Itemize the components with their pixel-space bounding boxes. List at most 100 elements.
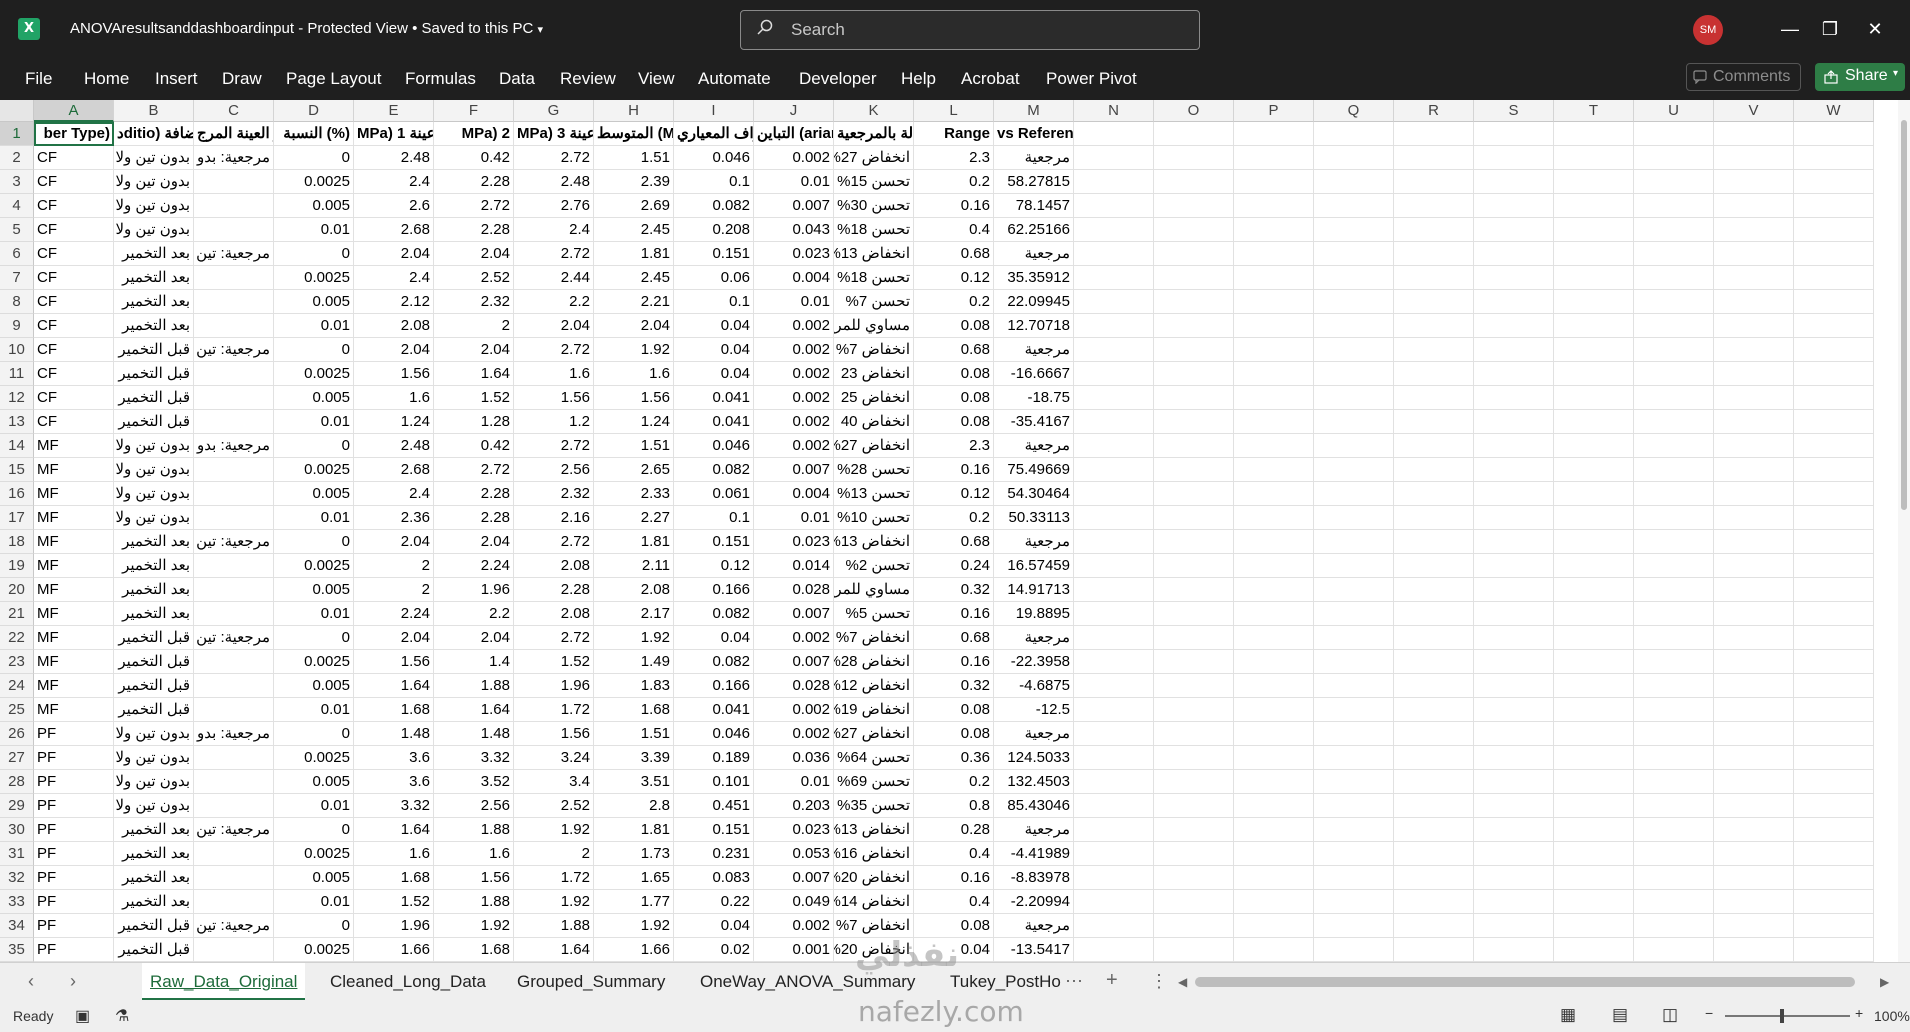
table-cell[interactable]: 2.2: [434, 602, 514, 626]
table-cell[interactable]: [1234, 626, 1314, 650]
table-cell[interactable]: 1.68: [594, 698, 674, 722]
table-cell[interactable]: [1634, 698, 1714, 722]
table-cell[interactable]: [194, 362, 274, 386]
horizontal-scrollbar[interactable]: [1195, 977, 1855, 987]
table-cell[interactable]: [1554, 866, 1634, 890]
tab-insert[interactable]: Insert: [155, 69, 198, 89]
table-cell[interactable]: [1554, 290, 1634, 314]
table-cell[interactable]: [1794, 290, 1874, 314]
table-cell[interactable]: 0.007: [754, 650, 834, 674]
table-cell[interactable]: [1794, 602, 1874, 626]
table-cell[interactable]: [1474, 722, 1554, 746]
table-cell[interactable]: 0.082: [674, 194, 754, 218]
table-cell[interactable]: 2.28: [434, 506, 514, 530]
zoom-slider[interactable]: [1725, 1015, 1850, 1017]
table-cell[interactable]: 0.01: [274, 602, 354, 626]
table-cell[interactable]: [1314, 218, 1394, 242]
header-cell[interactable]: MPa) 1 عينة: [354, 122, 434, 146]
table-cell[interactable]: [1474, 362, 1554, 386]
table-cell[interactable]: [1394, 218, 1474, 242]
table-cell[interactable]: [1394, 530, 1474, 554]
table-cell[interactable]: 2.04: [354, 626, 434, 650]
table-cell[interactable]: [194, 650, 274, 674]
table-cell[interactable]: 50.33113: [994, 506, 1074, 530]
select-all-corner[interactable]: [0, 100, 34, 122]
table-cell[interactable]: 1.88: [434, 890, 514, 914]
table-cell[interactable]: [1234, 506, 1314, 530]
table-cell[interactable]: 22.09945: [994, 290, 1074, 314]
table-cell[interactable]: [1554, 482, 1634, 506]
table-cell[interactable]: [1714, 674, 1794, 698]
table-cell[interactable]: [1634, 170, 1714, 194]
table-cell[interactable]: [1154, 698, 1234, 722]
row-header[interactable]: 30: [0, 818, 34, 842]
table-cell[interactable]: [1794, 890, 1874, 914]
table-cell[interactable]: [1314, 650, 1394, 674]
table-cell[interactable]: تحسن 18%: [834, 266, 914, 290]
column-header[interactable]: W: [1794, 100, 1874, 122]
table-cell[interactable]: 0.01: [274, 506, 354, 530]
table-cell[interactable]: [1074, 746, 1154, 770]
table-cell[interactable]: 3.6: [354, 770, 434, 794]
table-cell[interactable]: 1.6: [514, 362, 594, 386]
table-cell[interactable]: 78.1457: [994, 194, 1074, 218]
table-cell[interactable]: 1.92: [594, 914, 674, 938]
table-cell[interactable]: 2.08: [594, 578, 674, 602]
row-header[interactable]: 17: [0, 506, 34, 530]
row-header[interactable]: 12: [0, 386, 34, 410]
table-cell[interactable]: مرجعية: [994, 626, 1074, 650]
table-cell[interactable]: بعد التخمير: [114, 602, 194, 626]
table-cell[interactable]: [1554, 218, 1634, 242]
table-cell[interactable]: [194, 842, 274, 866]
table-cell[interactable]: [1474, 818, 1554, 842]
table-cell[interactable]: [1394, 938, 1474, 962]
table-cell[interactable]: 0.22: [674, 890, 754, 914]
table-cell[interactable]: [1474, 530, 1554, 554]
table-cell[interactable]: 3.6: [354, 746, 434, 770]
table-cell[interactable]: 14.91713: [994, 578, 1074, 602]
table-cell[interactable]: 0.046: [674, 146, 754, 170]
table-cell[interactable]: 2.3: [914, 434, 994, 458]
table-cell[interactable]: [1554, 842, 1634, 866]
table-cell[interactable]: [1634, 458, 1714, 482]
table-cell[interactable]: MF: [34, 650, 114, 674]
table-cell[interactable]: [1474, 434, 1554, 458]
table-cell[interactable]: CF: [34, 290, 114, 314]
table-cell[interactable]: 0.002: [754, 626, 834, 650]
table-cell[interactable]: انخفاض 27%: [834, 434, 914, 458]
table-cell[interactable]: [1314, 266, 1394, 290]
table-cell[interactable]: 0.036: [754, 746, 834, 770]
table-cell[interactable]: [1634, 842, 1714, 866]
table-cell[interactable]: تحسن 35%: [834, 794, 914, 818]
table-cell[interactable]: [1074, 650, 1154, 674]
table-cell[interactable]: [1074, 146, 1154, 170]
table-cell[interactable]: 1.4: [434, 650, 514, 674]
table-cell[interactable]: 0.002: [754, 434, 834, 458]
table-cell[interactable]: [1234, 386, 1314, 410]
table-cell[interactable]: 0: [274, 434, 354, 458]
table-cell[interactable]: [1394, 818, 1474, 842]
row-header[interactable]: 5: [0, 218, 34, 242]
table-cell[interactable]: 0.04: [674, 338, 754, 362]
table-cell[interactable]: 1.56: [514, 722, 594, 746]
table-cell[interactable]: مرجعية: [994, 146, 1074, 170]
table-cell[interactable]: 0.0025: [274, 746, 354, 770]
table-cell[interactable]: 2.56: [434, 794, 514, 818]
table-cell[interactable]: [1794, 650, 1874, 674]
table-cell[interactable]: [1474, 938, 1554, 962]
table-cell[interactable]: 19.8895: [994, 602, 1074, 626]
table-cell[interactable]: مرجعية: تين: [194, 626, 274, 650]
table-cell[interactable]: 0.004: [754, 482, 834, 506]
table-cell[interactable]: [1074, 866, 1154, 890]
table-cell[interactable]: [1074, 602, 1154, 626]
row-header[interactable]: 20: [0, 578, 34, 602]
table-cell[interactable]: [1154, 506, 1234, 530]
table-cell[interactable]: 2.08: [514, 554, 594, 578]
table-cell[interactable]: [1154, 938, 1234, 962]
table-cell[interactable]: [1234, 482, 1314, 506]
table-cell[interactable]: 0.166: [674, 674, 754, 698]
table-cell[interactable]: [1634, 434, 1714, 458]
table-cell[interactable]: -22.3958: [994, 650, 1074, 674]
column-header[interactable]: O: [1154, 100, 1234, 122]
table-cell[interactable]: [1314, 890, 1394, 914]
